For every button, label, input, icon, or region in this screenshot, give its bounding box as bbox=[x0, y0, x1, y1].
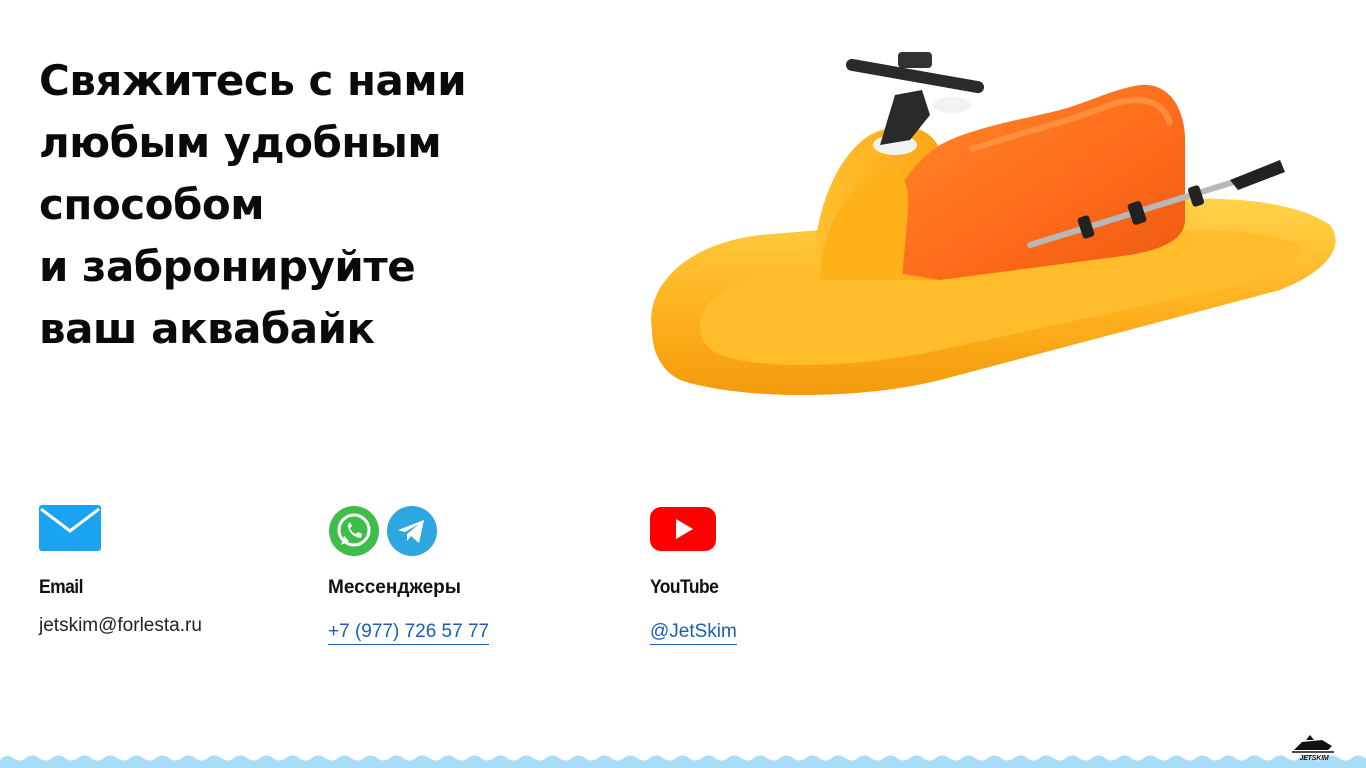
contact-youtube: YouTube @JetSkim bbox=[650, 505, 737, 645]
youtube-icons bbox=[650, 505, 716, 557]
contact-messengers: Мессенджеры +7 (977) 726 57 77 bbox=[328, 505, 490, 645]
email-value: jetskim@forlesta.ru bbox=[39, 615, 202, 636]
page-headline: Свяжитесь с нами любым удобным способом … bbox=[39, 50, 599, 360]
contact-email: Email jetskim@forlesta.ru bbox=[39, 505, 202, 636]
youtube-link[interactable]: @JetSkim bbox=[650, 621, 737, 645]
brand-logo: JETSKIM bbox=[1292, 734, 1336, 762]
telegram-icon[interactable] bbox=[386, 505, 438, 557]
jetski-logo-icon bbox=[1292, 735, 1334, 753]
jetski-image bbox=[651, 52, 1336, 395]
headline-line-5: ваш аквабайк bbox=[39, 304, 375, 353]
email-icons bbox=[39, 505, 101, 557]
messengers-title: Мессенджеры bbox=[328, 577, 461, 598]
contact-page: Свяжитесь с нами любым удобным способом … bbox=[0, 0, 1366, 768]
headline-line-1: Свяжитесь с нами bbox=[39, 56, 467, 105]
wave-border bbox=[0, 755, 1366, 768]
email-title: Email bbox=[39, 577, 83, 598]
whatsapp-icon[interactable] bbox=[328, 505, 380, 557]
headline-line-4: и забронируйте bbox=[39, 242, 416, 291]
envelope-icon bbox=[39, 505, 101, 551]
youtube-icon[interactable] bbox=[650, 505, 716, 553]
headline-line-2: любым удобным bbox=[39, 118, 442, 167]
messenger-icons bbox=[328, 505, 438, 557]
phone-link[interactable]: +7 (977) 726 57 77 bbox=[328, 621, 490, 645]
youtube-title: YouTube bbox=[650, 577, 719, 598]
brand-logo-text: JETSKIM bbox=[1299, 755, 1329, 762]
headline-line-3: способом bbox=[39, 180, 265, 229]
